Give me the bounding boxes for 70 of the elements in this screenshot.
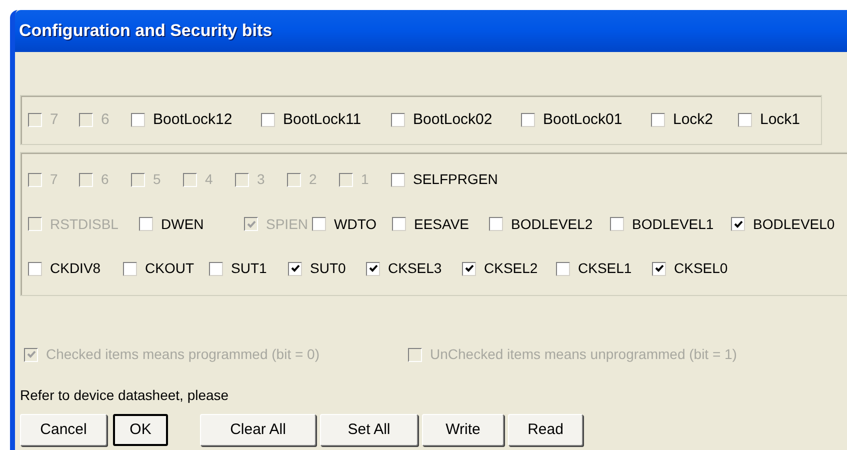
check-icon xyxy=(654,264,664,273)
checkbox-label: 6 xyxy=(101,110,110,130)
checkbox[interactable] xyxy=(556,262,570,276)
checkbox-label: 7 xyxy=(50,110,58,130)
checkbox-label: SUT1 xyxy=(231,259,267,278)
checkbox[interactable] xyxy=(652,262,666,276)
checkbox-label: Lock2 xyxy=(673,110,714,130)
checkbox-label: CKSEL0 xyxy=(674,259,728,278)
checkbox-label: 7 xyxy=(50,170,58,189)
checkbox-label: SUT0 xyxy=(310,259,346,278)
checkbox-label: SELFPRGEN xyxy=(413,170,498,189)
check-icon xyxy=(734,220,742,228)
dialog-button[interactable]: OK xyxy=(113,414,168,446)
checkbox[interactable] xyxy=(731,217,745,231)
checkbox[interactable] xyxy=(738,113,752,127)
check-icon xyxy=(26,350,36,359)
checkbox-label: 3 xyxy=(257,170,265,189)
check-icon xyxy=(464,264,474,273)
checkbox-label: Lock1 xyxy=(760,110,800,130)
checkbox[interactable] xyxy=(123,262,137,276)
checkbox-label: 5 xyxy=(153,170,161,189)
dialog-button[interactable]: Read xyxy=(508,414,583,446)
checkbox-label: BODLEVEL0 xyxy=(753,214,835,234)
checkbox-label: SPIEN xyxy=(266,214,308,234)
checkbox[interactable] xyxy=(651,113,665,127)
checkbox[interactable] xyxy=(312,217,326,231)
checkbox[interactable] xyxy=(366,262,380,276)
dialog-button[interactable]: Set All xyxy=(320,414,418,446)
checkbox-label: 4 xyxy=(205,170,213,189)
checkbox-label: BootLock02 xyxy=(413,110,492,130)
check-icon xyxy=(368,264,378,273)
dialog-button[interactable]: Clear All xyxy=(200,414,316,446)
checkbox[interactable] xyxy=(391,172,405,186)
checkbox-label: 2 xyxy=(309,170,317,189)
checkbox-label: CKDIV8 xyxy=(50,259,101,278)
checkbox-label: BootLock11 xyxy=(283,110,362,130)
checkbox-label: UnChecked items means unprogrammed (bit = 1) xyxy=(430,345,737,364)
check-icon xyxy=(290,264,300,273)
checkbox[interactable] xyxy=(489,217,503,231)
window-title: Configuration and Security bits xyxy=(19,20,272,42)
checkbox-label: 6 xyxy=(101,170,109,189)
checkbox-label: WDTO xyxy=(334,214,377,234)
checkbox[interactable] xyxy=(521,113,535,127)
check-icon xyxy=(246,220,256,228)
checkbox-label: 1 xyxy=(361,170,369,189)
checkbox-label: CKSEL1 xyxy=(578,259,632,278)
checkbox-label: CKOUT xyxy=(145,259,194,278)
checkbox-label: BootLock01 xyxy=(543,110,622,130)
checkbox[interactable] xyxy=(139,217,153,231)
checkbox-label: BODLEVEL1 xyxy=(632,214,714,234)
checkbox[interactable] xyxy=(209,262,223,276)
checkbox-label: Checked items means programmed (bit = 0) xyxy=(46,345,320,364)
checkbox-label: DWEN xyxy=(161,214,204,234)
checkbox[interactable] xyxy=(288,262,302,276)
checkbox[interactable] xyxy=(391,113,405,127)
checkbox-label: CKSEL2 xyxy=(484,259,538,278)
dialog-button[interactable]: Write xyxy=(422,414,504,446)
checkbox-label: BODLEVEL2 xyxy=(511,214,593,234)
checkbox-label: CKSEL3 xyxy=(388,259,442,278)
dialog-button[interactable]: Cancel xyxy=(20,414,107,446)
checkbox-label: RSTDISBL xyxy=(50,214,118,234)
checkbox[interactable] xyxy=(610,217,624,231)
checkbox-label: EESAVE xyxy=(414,214,469,234)
checkbox[interactable] xyxy=(131,113,145,127)
checkbox-label: BootLock12 xyxy=(153,110,232,130)
datasheet-note: Refer to device datasheet, please xyxy=(20,386,230,405)
checkbox[interactable] xyxy=(462,262,476,276)
checkbox[interactable] xyxy=(261,113,275,127)
checkbox[interactable] xyxy=(392,217,406,231)
checkbox[interactable] xyxy=(28,262,42,276)
